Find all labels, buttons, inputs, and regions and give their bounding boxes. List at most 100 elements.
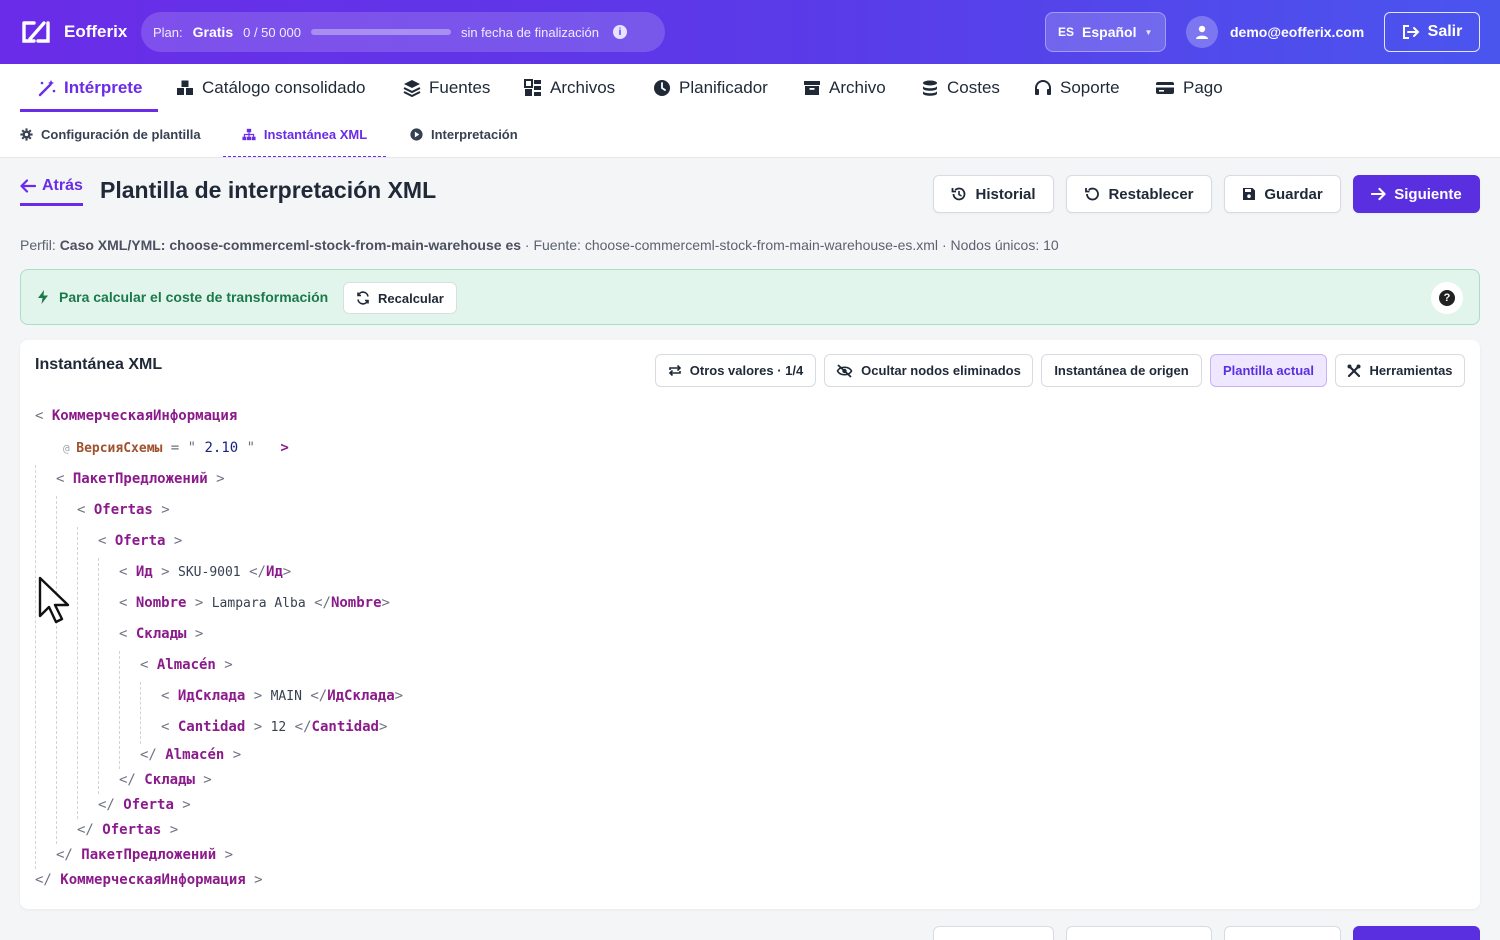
next-button[interactable]: Siguiente bbox=[1353, 175, 1480, 213]
recalculate-button[interactable]: Recalcular bbox=[343, 282, 457, 314]
xml-node-sklady-open[interactable]: < Склады > bbox=[119, 624, 203, 644]
other-values-label: Otros valores · 1/4 bbox=[689, 363, 804, 378]
next-button-bottom[interactable] bbox=[1353, 926, 1480, 940]
xml-attribute[interactable]: @ ВерсияСхемы = " 2.10 " > bbox=[63, 438, 289, 458]
logout-icon bbox=[1402, 25, 1420, 39]
logout-button[interactable]: Salir bbox=[1384, 12, 1480, 52]
brand[interactable]: Eofferix bbox=[20, 17, 127, 47]
tab-label: Instantánea XML bbox=[263, 126, 368, 142]
current-template-label: Plantilla actual bbox=[1222, 363, 1315, 378]
hide-removed-nodes-button[interactable]: Ocultar nodos eliminados bbox=[824, 354, 1033, 387]
xml-node-id[interactable]: < Ид > SKU-9001 </Ид> bbox=[119, 562, 291, 582]
nav-label: Fuentes bbox=[429, 78, 491, 97]
source-value: choose-commerceml-stock-from-main-wareho… bbox=[584, 237, 939, 253]
node-value: SKU-9001 bbox=[178, 565, 241, 580]
tools-label: Herramientas bbox=[1369, 363, 1453, 378]
eye-slash-icon bbox=[836, 363, 853, 378]
wand-icon bbox=[38, 80, 56, 97]
nav-item-interprete[interactable]: Intérprete bbox=[20, 64, 158, 112]
nav-item-costes[interactable]: Costes bbox=[903, 64, 1018, 112]
nav-item-planificador[interactable]: Planificador bbox=[635, 64, 786, 112]
tag-name: Cantidad bbox=[177, 719, 246, 735]
back-link[interactable]: Atrás bbox=[20, 177, 83, 206]
xml-node-oferta-close[interactable]: </ Oferta > bbox=[98, 795, 191, 815]
tab-interpretacion[interactable]: Interpretación bbox=[410, 112, 518, 157]
tag-name: ИдСклада bbox=[327, 688, 395, 704]
xml-node-almacen-close[interactable]: </ Almacén > bbox=[140, 745, 241, 765]
card-icon bbox=[1156, 82, 1174, 94]
top-bar: Eofferix Plan: Gratis 0 / 50 000 sin fec… bbox=[0, 0, 1500, 64]
xml-node-ofertas-open[interactable]: < Ofertas > bbox=[77, 500, 170, 520]
archive-icon bbox=[804, 81, 820, 95]
tag-name: Oferta bbox=[114, 533, 166, 549]
user-icon bbox=[1196, 25, 1208, 39]
tag-name: Nombre bbox=[135, 595, 187, 611]
info-icon[interactable]: i bbox=[612, 25, 627, 39]
xml-node-almacen-open[interactable]: < Almacén > bbox=[140, 655, 233, 675]
indent-guide bbox=[56, 496, 57, 844]
tools-button[interactable]: Herramientas bbox=[1335, 354, 1465, 387]
coins-icon bbox=[923, 80, 937, 96]
nav-item-archivos[interactable]: Archivos bbox=[506, 64, 633, 112]
nav-item-pago[interactable]: Pago bbox=[1137, 64, 1241, 112]
plan-usage-bar bbox=[310, 29, 451, 35]
undo-icon bbox=[1085, 187, 1100, 201]
history-button[interactable]: Historial bbox=[933, 175, 1054, 213]
nav-item-fuentes[interactable]: Fuentes bbox=[385, 64, 508, 112]
language-selector[interactable]: ES Español ▼ bbox=[1045, 12, 1166, 52]
profile-value: Caso XML/YML: choose-commerceml-stock-fr… bbox=[59, 237, 522, 253]
xml-node-ofertas-close[interactable]: </ Ofertas > bbox=[77, 820, 178, 840]
save-button[interactable]: Guardar bbox=[1224, 175, 1341, 213]
tag-name: Nombre bbox=[330, 595, 382, 611]
bolt-icon bbox=[38, 290, 48, 304]
other-values-button[interactable]: Otros valores · 1/4 bbox=[655, 354, 816, 387]
tag-name: Ид bbox=[265, 564, 283, 580]
profile-info: Perfil: Caso XML/YML: choose-commerceml-… bbox=[20, 237, 1059, 253]
language-label: Español bbox=[1082, 24, 1137, 40]
source-snapshot-label: Instantánea de origen bbox=[1054, 363, 1189, 378]
nav-label: Planificador bbox=[679, 78, 768, 97]
history-button-bottom[interactable] bbox=[933, 926, 1054, 940]
reset-button[interactable]: Restablecer bbox=[1066, 175, 1212, 213]
indent-guide bbox=[119, 651, 120, 769]
avatar bbox=[1186, 16, 1218, 48]
tag-name: Almacén bbox=[156, 657, 216, 673]
language-code: ES bbox=[1058, 25, 1075, 39]
tab-configuracion[interactable]: Configuración de plantilla bbox=[20, 112, 201, 157]
xml-node-paquete-open[interactable]: < ПакетПредложений > bbox=[56, 469, 225, 489]
repeat-icon bbox=[668, 364, 681, 377]
xml-node-idsklad[interactable]: < ИдСклада > MAIN </ИдСклада> bbox=[161, 686, 403, 706]
nav-item-archivo[interactable]: Archivo bbox=[785, 64, 904, 112]
xml-node-oferta-open[interactable]: < Oferta > bbox=[98, 531, 182, 551]
xml-node-sklady-close[interactable]: </ Склады > bbox=[119, 770, 212, 790]
reset-button-bottom[interactable] bbox=[1066, 926, 1212, 940]
xml-node-root-close[interactable]: </ КоммерческаяИнформация > bbox=[35, 870, 263, 890]
nav-label: Archivo bbox=[829, 78, 886, 97]
nav-item-soporte[interactable]: Soporte bbox=[1016, 64, 1138, 112]
nav-label: Costes bbox=[947, 78, 1000, 97]
nav-item-catalogo[interactable]: Catálogo consolidado bbox=[158, 64, 384, 112]
xml-node-nombre[interactable]: < Nombre > Lampara Alba </Nombre> bbox=[119, 593, 390, 613]
help-button[interactable]: ? bbox=[1431, 282, 1463, 314]
source-snapshot-button[interactable]: Instantánea de origen bbox=[1041, 354, 1202, 387]
play-circle-icon bbox=[410, 128, 423, 141]
tab-instantanea-xml[interactable]: Instantánea XML bbox=[223, 112, 386, 157]
gear-icon bbox=[20, 128, 33, 141]
save-button-bottom[interactable] bbox=[1224, 926, 1341, 940]
xml-node-root-open[interactable]: < КоммерческаяИнформация bbox=[35, 406, 237, 426]
xml-snapshot-panel: Instantánea XML Otros valores · 1/4 Ocul… bbox=[20, 340, 1480, 909]
user-menu[interactable]: demo@eofferix.com bbox=[1186, 16, 1364, 48]
xml-node-cantidad[interactable]: < Cantidad > 12 </Cantidad> bbox=[161, 717, 387, 737]
hide-removed-label: Ocultar nodos eliminados bbox=[861, 363, 1021, 378]
sitemap-icon bbox=[242, 128, 256, 140]
tag-name: Ofertas bbox=[102, 822, 162, 838]
nav-label: Soporte bbox=[1060, 78, 1120, 97]
tag-name: Oferta bbox=[123, 797, 174, 813]
xml-node-paquete-close[interactable]: </ ПакетПредложений > bbox=[56, 845, 233, 865]
plan-count: 0 / 50 000 bbox=[243, 24, 301, 40]
tag-name: Ofertas bbox=[93, 502, 153, 518]
current-template-button[interactable]: Plantilla actual bbox=[1210, 354, 1327, 387]
refresh-icon bbox=[357, 291, 369, 305]
arrow-left-icon bbox=[20, 179, 36, 193]
history-icon bbox=[952, 187, 966, 201]
